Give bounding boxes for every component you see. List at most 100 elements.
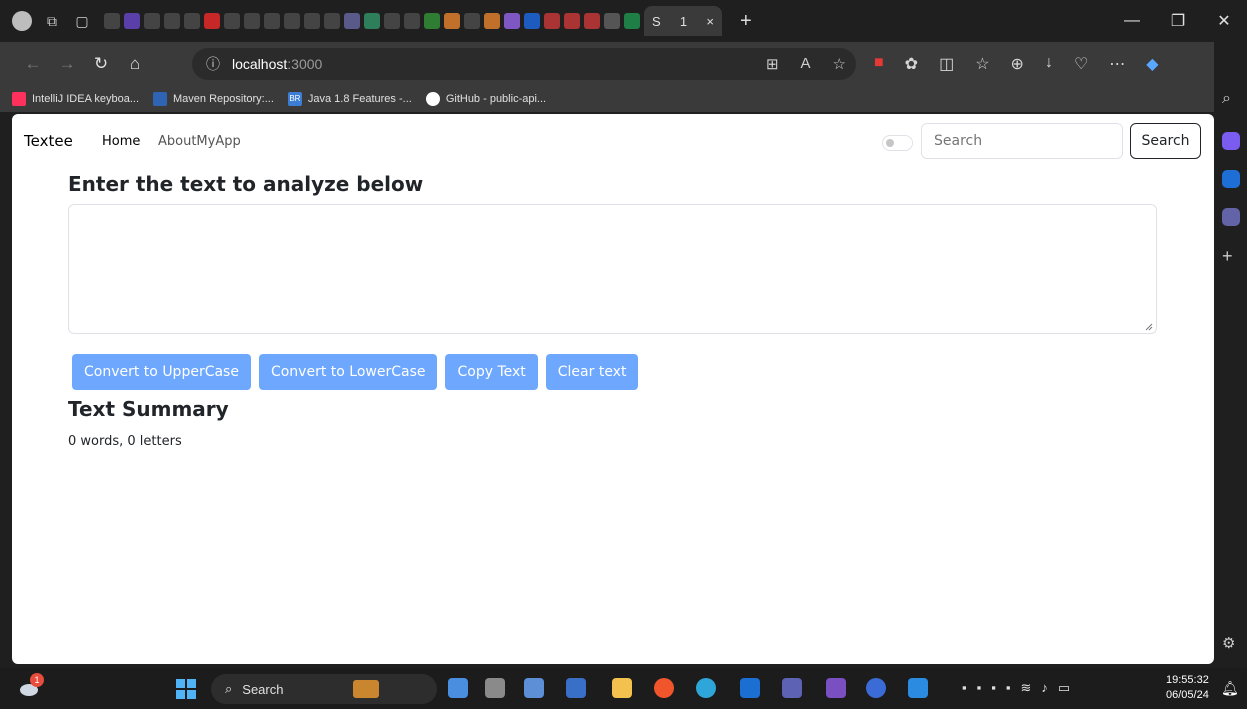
- back-icon[interactable]: ←: [16, 54, 50, 74]
- copilot-sidebar-icon[interactable]: [1222, 132, 1240, 150]
- clear-text-button[interactable]: Clear text: [545, 354, 639, 390]
- settings-icon[interactable]: ⚙: [1222, 634, 1240, 652]
- resize-grip-icon[interactable]: [1145, 323, 1153, 331]
- task-view-icon[interactable]: [485, 678, 505, 698]
- forward-icon[interactable]: →: [50, 54, 84, 74]
- tab-favicon[interactable]: [564, 13, 580, 29]
- extension-icon[interactable]: ■: [874, 54, 884, 74]
- close-window-icon[interactable]: ✕: [1201, 11, 1247, 31]
- photos-icon[interactable]: [524, 678, 544, 698]
- tab-favicon[interactable]: [164, 13, 180, 29]
- site-info-icon[interactable]: ⓘ: [206, 54, 220, 74]
- notifications-bell-icon[interactable]: 🔔︎: [1221, 680, 1239, 697]
- split-screen-icon[interactable]: ◫: [939, 54, 954, 74]
- tab-favicon[interactable]: [524, 13, 540, 29]
- favorite-item[interactable]: Maven Repository:...: [153, 92, 274, 106]
- store-icon[interactable]: [566, 678, 586, 698]
- copilot-app-icon[interactable]: [448, 678, 468, 698]
- edge-icon[interactable]: [696, 678, 716, 698]
- tab-favicon[interactable]: [304, 13, 320, 29]
- tray-app-icon[interactable]: ▪: [977, 680, 982, 696]
- close-tab-icon[interactable]: ×: [706, 14, 714, 29]
- tray-app-icon[interactable]: ▪: [991, 680, 996, 696]
- favorite-item[interactable]: IntelliJ IDEA keyboa...: [12, 92, 139, 106]
- wifi-icon[interactable]: ≋: [1020, 680, 1031, 696]
- tab-favicon[interactable]: [264, 13, 280, 29]
- system-clock[interactable]: 19:55:32 06/05/24: [1166, 673, 1209, 703]
- vscode-icon[interactable]: [908, 678, 928, 698]
- nav-home-link[interactable]: Home: [102, 134, 140, 149]
- tab-favicon[interactable]: [204, 13, 220, 29]
- tab-favicon[interactable]: [364, 13, 380, 29]
- outlook-app-icon[interactable]: [740, 678, 760, 698]
- tab-favicon[interactable]: [484, 13, 500, 29]
- tab-favicon[interactable]: [124, 13, 140, 29]
- teams-app-icon[interactable]: [782, 678, 802, 698]
- workspaces-icon[interactable]: ⧉: [42, 11, 62, 31]
- outlook-icon[interactable]: [1222, 170, 1240, 188]
- tab-favicon[interactable]: [184, 13, 200, 29]
- tab-favicon[interactable]: [344, 13, 360, 29]
- favorite-item[interactable]: GitHub - public-api...: [425, 92, 546, 106]
- search-input[interactable]: [921, 123, 1123, 159]
- tab-favicon[interactable]: [404, 13, 420, 29]
- app-brand[interactable]: Textee: [24, 132, 73, 150]
- collections-icon[interactable]: ⊕: [1011, 54, 1024, 74]
- tray-app-icon[interactable]: ▪: [1006, 680, 1011, 696]
- favorite-star-icon[interactable]: ☆: [833, 55, 846, 73]
- tab-favicon[interactable]: [544, 13, 560, 29]
- start-button[interactable]: [176, 679, 196, 699]
- tab-favicon[interactable]: [144, 13, 160, 29]
- restore-icon[interactable]: ❐: [1155, 11, 1201, 31]
- text-input-area[interactable]: [68, 204, 1157, 334]
- volume-icon[interactable]: ♪: [1041, 680, 1048, 696]
- tab-actions-icon[interactable]: ▢: [72, 11, 92, 31]
- file-explorer-icon[interactable]: [612, 678, 632, 698]
- refresh-icon[interactable]: ↻: [84, 54, 118, 74]
- read-aloud-icon[interactable]: A: [801, 55, 811, 73]
- tab-favicon[interactable]: [384, 13, 400, 29]
- copilot-app-icon-2[interactable]: [866, 678, 886, 698]
- tab-favicon[interactable]: [464, 13, 480, 29]
- tab-favicon[interactable]: [224, 13, 240, 29]
- battery-icon[interactable]: ▭: [1058, 680, 1070, 696]
- copilot-icon[interactable]: ◆: [1146, 54, 1158, 74]
- tab-favicon[interactable]: [444, 13, 460, 29]
- intellij-app-icon[interactable]: [826, 678, 846, 698]
- home-icon[interactable]: ⌂: [118, 54, 152, 74]
- tray-app-icon[interactable]: ▪: [962, 680, 967, 696]
- lowercase-button[interactable]: Convert to LowerCase: [258, 354, 438, 390]
- tab-favicon[interactable]: [584, 13, 600, 29]
- new-tab-button[interactable]: +: [740, 10, 752, 33]
- favorite-item[interactable]: BR Java 1.8 Features -...: [287, 92, 412, 106]
- teams-icon[interactable]: [1222, 208, 1240, 226]
- brave-icon[interactable]: [654, 678, 674, 698]
- profile-icon[interactable]: [12, 11, 32, 31]
- downloads-icon[interactable]: ↓: [1045, 54, 1053, 74]
- minimize-icon[interactable]: —: [1109, 12, 1155, 30]
- nav-about-link[interactable]: AboutMyApp: [158, 134, 241, 149]
- tab-favicon[interactable]: [424, 13, 440, 29]
- tab-favicon[interactable]: [624, 13, 640, 29]
- search-icon[interactable]: ⌕: [1222, 90, 1240, 108]
- more-menu-icon[interactable]: ⋯: [1109, 54, 1125, 74]
- tab-favicon[interactable]: [244, 13, 260, 29]
- tab-favicon[interactable]: [324, 13, 340, 29]
- tab-favicon[interactable]: [104, 13, 120, 29]
- favorites-icon[interactable]: ☆: [975, 54, 989, 74]
- search-button[interactable]: Search: [1130, 123, 1201, 159]
- extensions-puzzle-icon[interactable]: ✿: [905, 54, 918, 74]
- tab-favicon[interactable]: [284, 13, 300, 29]
- copy-text-button[interactable]: Copy Text: [445, 354, 538, 390]
- tab-favicon[interactable]: [604, 13, 620, 29]
- uppercase-button[interactable]: Convert to UpperCase: [72, 354, 251, 390]
- performance-icon[interactable]: ♡: [1074, 54, 1088, 74]
- weather-widget[interactable]: 1: [18, 673, 44, 698]
- taskbar-search[interactable]: ⌕ Search: [211, 674, 437, 704]
- tab-favicon[interactable]: [504, 13, 520, 29]
- address-bar[interactable]: ⓘ localhost:3000 ⊞ A ☆: [192, 48, 856, 80]
- add-icon[interactable]: +: [1222, 246, 1240, 266]
- tab-active[interactable]: S 1 ×: [644, 6, 722, 36]
- immersive-reader-icon[interactable]: ⊞: [766, 55, 779, 73]
- dark-mode-toggle[interactable]: [882, 135, 913, 151]
